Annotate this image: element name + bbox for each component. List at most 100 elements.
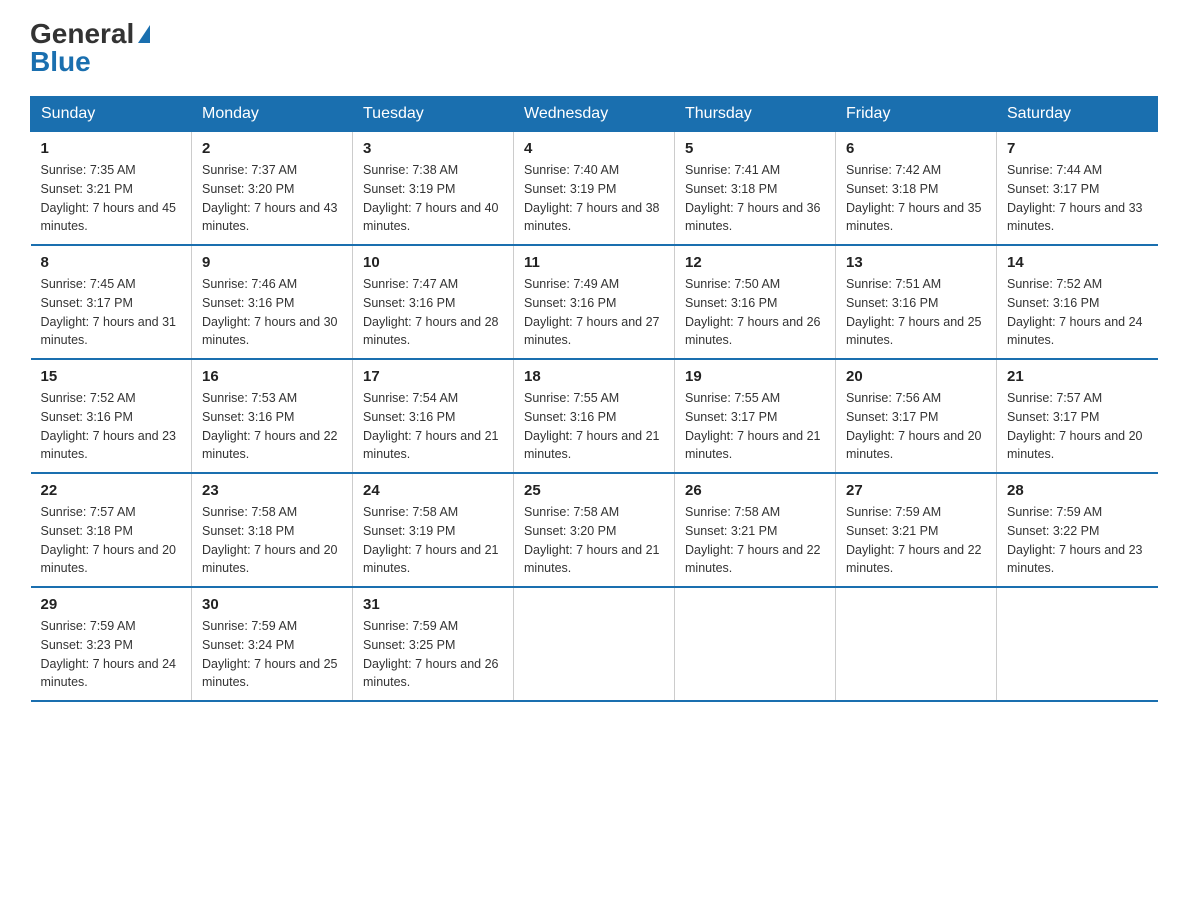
calendar-cell: 4 Sunrise: 7:40 AM Sunset: 3:19 PM Dayli… <box>514 132 675 246</box>
day-info: Sunrise: 7:38 AM Sunset: 3:19 PM Dayligh… <box>363 161 503 236</box>
calendar-cell <box>836 587 997 701</box>
day-number: 9 <box>202 254 342 271</box>
day-number: 16 <box>202 368 342 385</box>
calendar-cell: 29 Sunrise: 7:59 AM Sunset: 3:23 PM Dayl… <box>31 587 192 701</box>
day-number: 8 <box>41 254 182 271</box>
day-info: Sunrise: 7:41 AM Sunset: 3:18 PM Dayligh… <box>685 161 825 236</box>
calendar-cell: 20 Sunrise: 7:56 AM Sunset: 3:17 PM Dayl… <box>836 359 997 473</box>
day-info: Sunrise: 7:50 AM Sunset: 3:16 PM Dayligh… <box>685 275 825 350</box>
header-wednesday: Wednesday <box>514 97 675 132</box>
day-number: 14 <box>1007 254 1148 271</box>
logo-blue-text: Blue <box>30 48 91 76</box>
day-number: 6 <box>846 140 986 157</box>
day-info: Sunrise: 7:46 AM Sunset: 3:16 PM Dayligh… <box>202 275 342 350</box>
calendar-cell: 8 Sunrise: 7:45 AM Sunset: 3:17 PM Dayli… <box>31 245 192 359</box>
calendar-cell: 10 Sunrise: 7:47 AM Sunset: 3:16 PM Dayl… <box>353 245 514 359</box>
day-info: Sunrise: 7:58 AM Sunset: 3:20 PM Dayligh… <box>524 503 664 578</box>
day-info: Sunrise: 7:58 AM Sunset: 3:19 PM Dayligh… <box>363 503 503 578</box>
header-tuesday: Tuesday <box>353 97 514 132</box>
day-info: Sunrise: 7:40 AM Sunset: 3:19 PM Dayligh… <box>524 161 664 236</box>
calendar-cell: 15 Sunrise: 7:52 AM Sunset: 3:16 PM Dayl… <box>31 359 192 473</box>
day-number: 11 <box>524 254 664 271</box>
day-info: Sunrise: 7:52 AM Sunset: 3:16 PM Dayligh… <box>1007 275 1148 350</box>
logo: General Blue <box>30 20 150 76</box>
day-info: Sunrise: 7:55 AM Sunset: 3:16 PM Dayligh… <box>524 389 664 464</box>
calendar-cell <box>675 587 836 701</box>
header-thursday: Thursday <box>675 97 836 132</box>
day-number: 22 <box>41 482 182 499</box>
calendar-cell: 6 Sunrise: 7:42 AM Sunset: 3:18 PM Dayli… <box>836 132 997 246</box>
day-info: Sunrise: 7:59 AM Sunset: 3:24 PM Dayligh… <box>202 617 342 692</box>
calendar-cell: 21 Sunrise: 7:57 AM Sunset: 3:17 PM Dayl… <box>997 359 1158 473</box>
calendar-cell: 23 Sunrise: 7:58 AM Sunset: 3:18 PM Dayl… <box>192 473 353 587</box>
day-info: Sunrise: 7:58 AM Sunset: 3:18 PM Dayligh… <box>202 503 342 578</box>
week-row-5: 29 Sunrise: 7:59 AM Sunset: 3:23 PM Dayl… <box>31 587 1158 701</box>
day-number: 21 <box>1007 368 1148 385</box>
day-info: Sunrise: 7:56 AM Sunset: 3:17 PM Dayligh… <box>846 389 986 464</box>
calendar-cell: 11 Sunrise: 7:49 AM Sunset: 3:16 PM Dayl… <box>514 245 675 359</box>
day-number: 18 <box>524 368 664 385</box>
day-info: Sunrise: 7:57 AM Sunset: 3:17 PM Dayligh… <box>1007 389 1148 464</box>
day-number: 29 <box>41 596 182 613</box>
day-number: 30 <box>202 596 342 613</box>
calendar-cell: 13 Sunrise: 7:51 AM Sunset: 3:16 PM Dayl… <box>836 245 997 359</box>
day-info: Sunrise: 7:45 AM Sunset: 3:17 PM Dayligh… <box>41 275 182 350</box>
day-info: Sunrise: 7:49 AM Sunset: 3:16 PM Dayligh… <box>524 275 664 350</box>
day-info: Sunrise: 7:52 AM Sunset: 3:16 PM Dayligh… <box>41 389 182 464</box>
day-number: 10 <box>363 254 503 271</box>
day-info: Sunrise: 7:59 AM Sunset: 3:25 PM Dayligh… <box>363 617 503 692</box>
day-info: Sunrise: 7:57 AM Sunset: 3:18 PM Dayligh… <box>41 503 182 578</box>
week-row-1: 1 Sunrise: 7:35 AM Sunset: 3:21 PM Dayli… <box>31 132 1158 246</box>
calendar-cell <box>514 587 675 701</box>
calendar-cell: 19 Sunrise: 7:55 AM Sunset: 3:17 PM Dayl… <box>675 359 836 473</box>
calendar-cell: 24 Sunrise: 7:58 AM Sunset: 3:19 PM Dayl… <box>353 473 514 587</box>
week-row-4: 22 Sunrise: 7:57 AM Sunset: 3:18 PM Dayl… <box>31 473 1158 587</box>
calendar-cell: 27 Sunrise: 7:59 AM Sunset: 3:21 PM Dayl… <box>836 473 997 587</box>
calendar-cell: 14 Sunrise: 7:52 AM Sunset: 3:16 PM Dayl… <box>997 245 1158 359</box>
day-number: 27 <box>846 482 986 499</box>
calendar-cell: 25 Sunrise: 7:58 AM Sunset: 3:20 PM Dayl… <box>514 473 675 587</box>
day-number: 26 <box>685 482 825 499</box>
calendar-cell: 28 Sunrise: 7:59 AM Sunset: 3:22 PM Dayl… <box>997 473 1158 587</box>
day-number: 17 <box>363 368 503 385</box>
calendar-cell: 9 Sunrise: 7:46 AM Sunset: 3:16 PM Dayli… <box>192 245 353 359</box>
day-number: 28 <box>1007 482 1148 499</box>
day-number: 20 <box>846 368 986 385</box>
day-info: Sunrise: 7:44 AM Sunset: 3:17 PM Dayligh… <box>1007 161 1148 236</box>
day-info: Sunrise: 7:59 AM Sunset: 3:21 PM Dayligh… <box>846 503 986 578</box>
header-sunday: Sunday <box>31 97 192 132</box>
day-info: Sunrise: 7:37 AM Sunset: 3:20 PM Dayligh… <box>202 161 342 236</box>
day-number: 19 <box>685 368 825 385</box>
calendar-table: SundayMondayTuesdayWednesdayThursdayFrid… <box>30 96 1158 702</box>
day-info: Sunrise: 7:42 AM Sunset: 3:18 PM Dayligh… <box>846 161 986 236</box>
header-monday: Monday <box>192 97 353 132</box>
calendar-cell: 12 Sunrise: 7:50 AM Sunset: 3:16 PM Dayl… <box>675 245 836 359</box>
logo-general-text: General <box>30 20 134 48</box>
day-info: Sunrise: 7:51 AM Sunset: 3:16 PM Dayligh… <box>846 275 986 350</box>
day-info: Sunrise: 7:47 AM Sunset: 3:16 PM Dayligh… <box>363 275 503 350</box>
logo-triangle-icon <box>138 25 150 43</box>
week-row-2: 8 Sunrise: 7:45 AM Sunset: 3:17 PM Dayli… <box>31 245 1158 359</box>
header-saturday: Saturday <box>997 97 1158 132</box>
calendar-cell: 17 Sunrise: 7:54 AM Sunset: 3:16 PM Dayl… <box>353 359 514 473</box>
day-number: 7 <box>1007 140 1148 157</box>
calendar-cell: 18 Sunrise: 7:55 AM Sunset: 3:16 PM Dayl… <box>514 359 675 473</box>
day-info: Sunrise: 7:54 AM Sunset: 3:16 PM Dayligh… <box>363 389 503 464</box>
calendar-cell: 16 Sunrise: 7:53 AM Sunset: 3:16 PM Dayl… <box>192 359 353 473</box>
day-number: 13 <box>846 254 986 271</box>
day-number: 31 <box>363 596 503 613</box>
day-info: Sunrise: 7:59 AM Sunset: 3:22 PM Dayligh… <box>1007 503 1148 578</box>
day-number: 12 <box>685 254 825 271</box>
day-number: 25 <box>524 482 664 499</box>
day-number: 5 <box>685 140 825 157</box>
calendar-cell: 3 Sunrise: 7:38 AM Sunset: 3:19 PM Dayli… <box>353 132 514 246</box>
day-info: Sunrise: 7:35 AM Sunset: 3:21 PM Dayligh… <box>41 161 182 236</box>
calendar-cell: 7 Sunrise: 7:44 AM Sunset: 3:17 PM Dayli… <box>997 132 1158 246</box>
calendar-cell: 1 Sunrise: 7:35 AM Sunset: 3:21 PM Dayli… <box>31 132 192 246</box>
day-info: Sunrise: 7:58 AM Sunset: 3:21 PM Dayligh… <box>685 503 825 578</box>
day-number: 4 <box>524 140 664 157</box>
calendar-cell <box>997 587 1158 701</box>
day-info: Sunrise: 7:53 AM Sunset: 3:16 PM Dayligh… <box>202 389 342 464</box>
calendar-cell: 26 Sunrise: 7:58 AM Sunset: 3:21 PM Dayl… <box>675 473 836 587</box>
calendar-cell: 30 Sunrise: 7:59 AM Sunset: 3:24 PM Dayl… <box>192 587 353 701</box>
